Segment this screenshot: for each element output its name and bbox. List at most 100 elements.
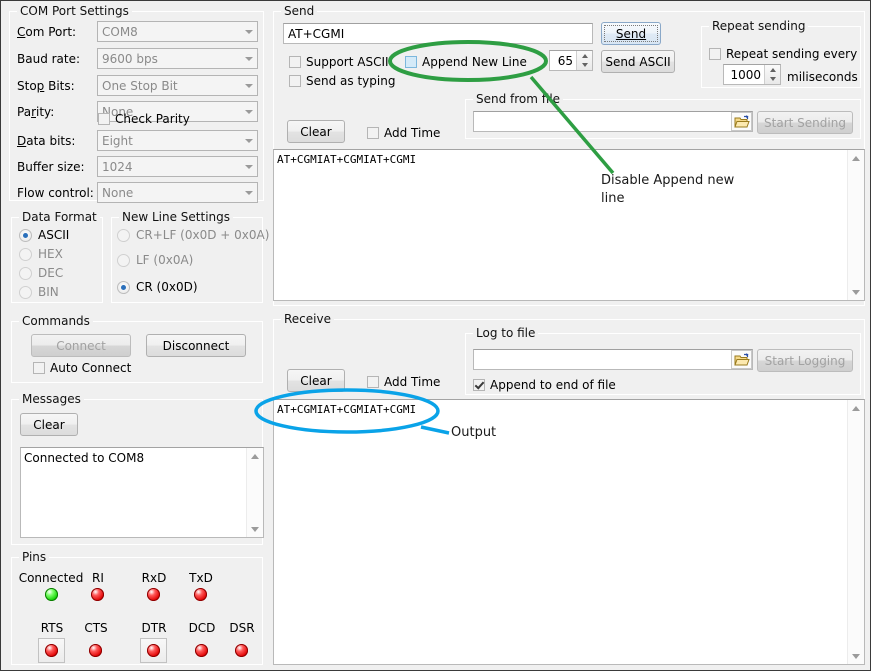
receive-log[interactable]: AT+CGMIAT+CGMIAT+CGMI (273, 399, 865, 665)
radio-newline-lf[interactable]: LF (0x0A) (117, 253, 193, 267)
send-log[interactable]: AT+CGMIAT+CGMIAT+CGMI (273, 149, 865, 301)
com-port-select[interactable]: COM8 (97, 21, 258, 42)
baud-rate-label: Baud rate: (17, 52, 80, 66)
log-to-file-input[interactable] (473, 349, 753, 370)
folder-open-icon (734, 353, 750, 367)
com-port-value: COM8 (102, 25, 240, 39)
messages-scrollbar[interactable] (246, 448, 263, 537)
append-to-end-of-file-checkbox[interactable]: Append to end of file (473, 378, 616, 392)
send-as-typing-checkbox[interactable]: Send as typing (289, 74, 395, 88)
ascii-code-spinner[interactable]: 65 (549, 50, 593, 71)
scroll-down-icon[interactable] (247, 521, 263, 537)
messages-log[interactable]: Connected to COM8 (20, 447, 264, 538)
stop-bits-select[interactable]: One Stop Bit (97, 75, 258, 96)
send-command-input[interactable]: AT+CGMI (283, 23, 593, 44)
auto-connect-checkbox[interactable]: Auto Connect (33, 361, 131, 375)
auto-connect-label: Auto Connect (50, 361, 131, 375)
green-annotation-text: Disable Append new line (601, 172, 761, 208)
pin-label-dtr: DTR (136, 621, 172, 635)
pin-label-txd: TxD (182, 571, 220, 585)
repeat-interval-spinner[interactable]: 1000 (723, 64, 781, 85)
send-as-typing-label: Send as typing (306, 74, 395, 88)
add-time-label: Add Time (384, 126, 440, 140)
receive-add-time-checkbox[interactable]: Add Time (367, 375, 440, 389)
radio-dot (117, 281, 130, 294)
spinner-up-icon[interactable] (577, 51, 592, 61)
receive-clear-button[interactable]: Clear (287, 369, 345, 392)
spinner-up-icon[interactable] (765, 65, 780, 75)
send-title: Send (281, 4, 317, 18)
radio-label: BIN (38, 285, 59, 299)
radio-newline-cr[interactable]: CR (0x0D) (117, 280, 198, 294)
checkbox-box (405, 56, 417, 68)
send-log-scrollbar[interactable] (847, 150, 864, 300)
scroll-up-icon[interactable] (848, 400, 864, 416)
radio-dot (19, 286, 32, 299)
baud-rate-value: 9600 bps (102, 52, 240, 66)
data-format-title: Data Format (19, 210, 100, 224)
new-line-settings-title: New Line Settings (119, 210, 233, 224)
append-new-line-label: Append New Line (422, 55, 527, 69)
send-add-time-checkbox[interactable]: Add Time (367, 126, 440, 140)
scroll-up-icon[interactable] (848, 150, 864, 166)
scroll-down-icon[interactable] (848, 284, 864, 300)
append-new-line-checkbox[interactable]: Append New Line (405, 55, 527, 69)
receive-log-text: AT+CGMIAT+CGMIAT+CGMI (277, 403, 846, 417)
repeat-sending-label: Repeat sending every (726, 47, 857, 61)
checkbox-box (98, 113, 110, 125)
checkbox-box (289, 56, 301, 68)
radio-data-format-bin[interactable]: BIN (19, 285, 59, 299)
pin-led-txd (194, 588, 207, 601)
chevron-down-icon (240, 131, 257, 150)
log-to-file-browse-button[interactable] (731, 350, 752, 369)
radio-newline-crlf[interactable]: CR+LF (0x0D + 0x0A) (117, 228, 269, 242)
flow-control-select[interactable]: None (97, 182, 258, 203)
support-ascii-checkbox[interactable]: Support ASCII (289, 55, 389, 69)
radio-data-format-hex[interactable]: HEX (19, 247, 63, 261)
send-ascii-label: Send ASCII (605, 55, 670, 69)
spinner-down-icon[interactable] (765, 75, 780, 85)
chevron-down-icon (240, 102, 257, 121)
scroll-down-icon[interactable] (848, 648, 864, 664)
clear-label: Clear (300, 125, 331, 139)
stop-bits-value: One Stop Bit (102, 79, 240, 93)
buffer-size-label: Buffer size: (17, 160, 85, 174)
checkbox-box (709, 48, 721, 60)
check-parity-checkbox[interactable]: Check Parity (98, 112, 190, 126)
pin-label-rxd: RxD (135, 571, 173, 585)
add-time-label: Add Time (384, 375, 440, 389)
radio-dot (19, 229, 32, 242)
start-logging-button[interactable]: Start Logging (757, 349, 853, 372)
pin-led-rxd (147, 588, 160, 601)
start-sending-label: Start Sending (764, 116, 846, 130)
send-clear-button[interactable]: Clear (287, 120, 345, 143)
radio-data-format-ascii[interactable]: ASCII (19, 228, 69, 242)
radio-data-format-dec[interactable]: DEC (19, 266, 63, 280)
connect-button[interactable]: Connect (31, 334, 131, 357)
disconnect-button[interactable]: Disconnect (146, 334, 246, 357)
buffer-size-value: 1024 (102, 160, 240, 174)
send-from-file-input[interactable] (473, 111, 753, 132)
messages-clear-button[interactable]: Clear (20, 413, 78, 436)
send-ascii-button[interactable]: Send ASCII (601, 50, 675, 73)
flow-control-value: None (102, 186, 240, 200)
flow-control-label: Flow control: (17, 186, 94, 200)
clear-label: Clear (300, 374, 331, 388)
spinner-down-icon[interactable] (577, 61, 592, 71)
send-from-file-browse-button[interactable] (731, 112, 752, 131)
repeat-sending-title: Repeat sending (709, 19, 808, 33)
send-button[interactable]: Send (601, 22, 661, 45)
baud-rate-select[interactable]: 9600 bps (97, 48, 258, 69)
start-sending-button[interactable]: Start Sending (757, 111, 853, 134)
spinner-arrows[interactable] (764, 65, 780, 84)
radio-label: ASCII (38, 228, 69, 242)
pin-label-dcd: DCD (184, 621, 220, 635)
checkbox-box (367, 127, 379, 139)
spinner-arrows[interactable] (576, 51, 592, 70)
send-command-value: AT+CGMI (288, 27, 344, 41)
repeat-sending-checkbox[interactable]: Repeat sending every (709, 47, 857, 61)
buffer-size-select[interactable]: 1024 (97, 156, 258, 177)
receive-log-scrollbar[interactable] (847, 400, 864, 664)
scroll-up-icon[interactable] (247, 448, 263, 464)
data-bits-select[interactable]: Eight (97, 130, 258, 151)
